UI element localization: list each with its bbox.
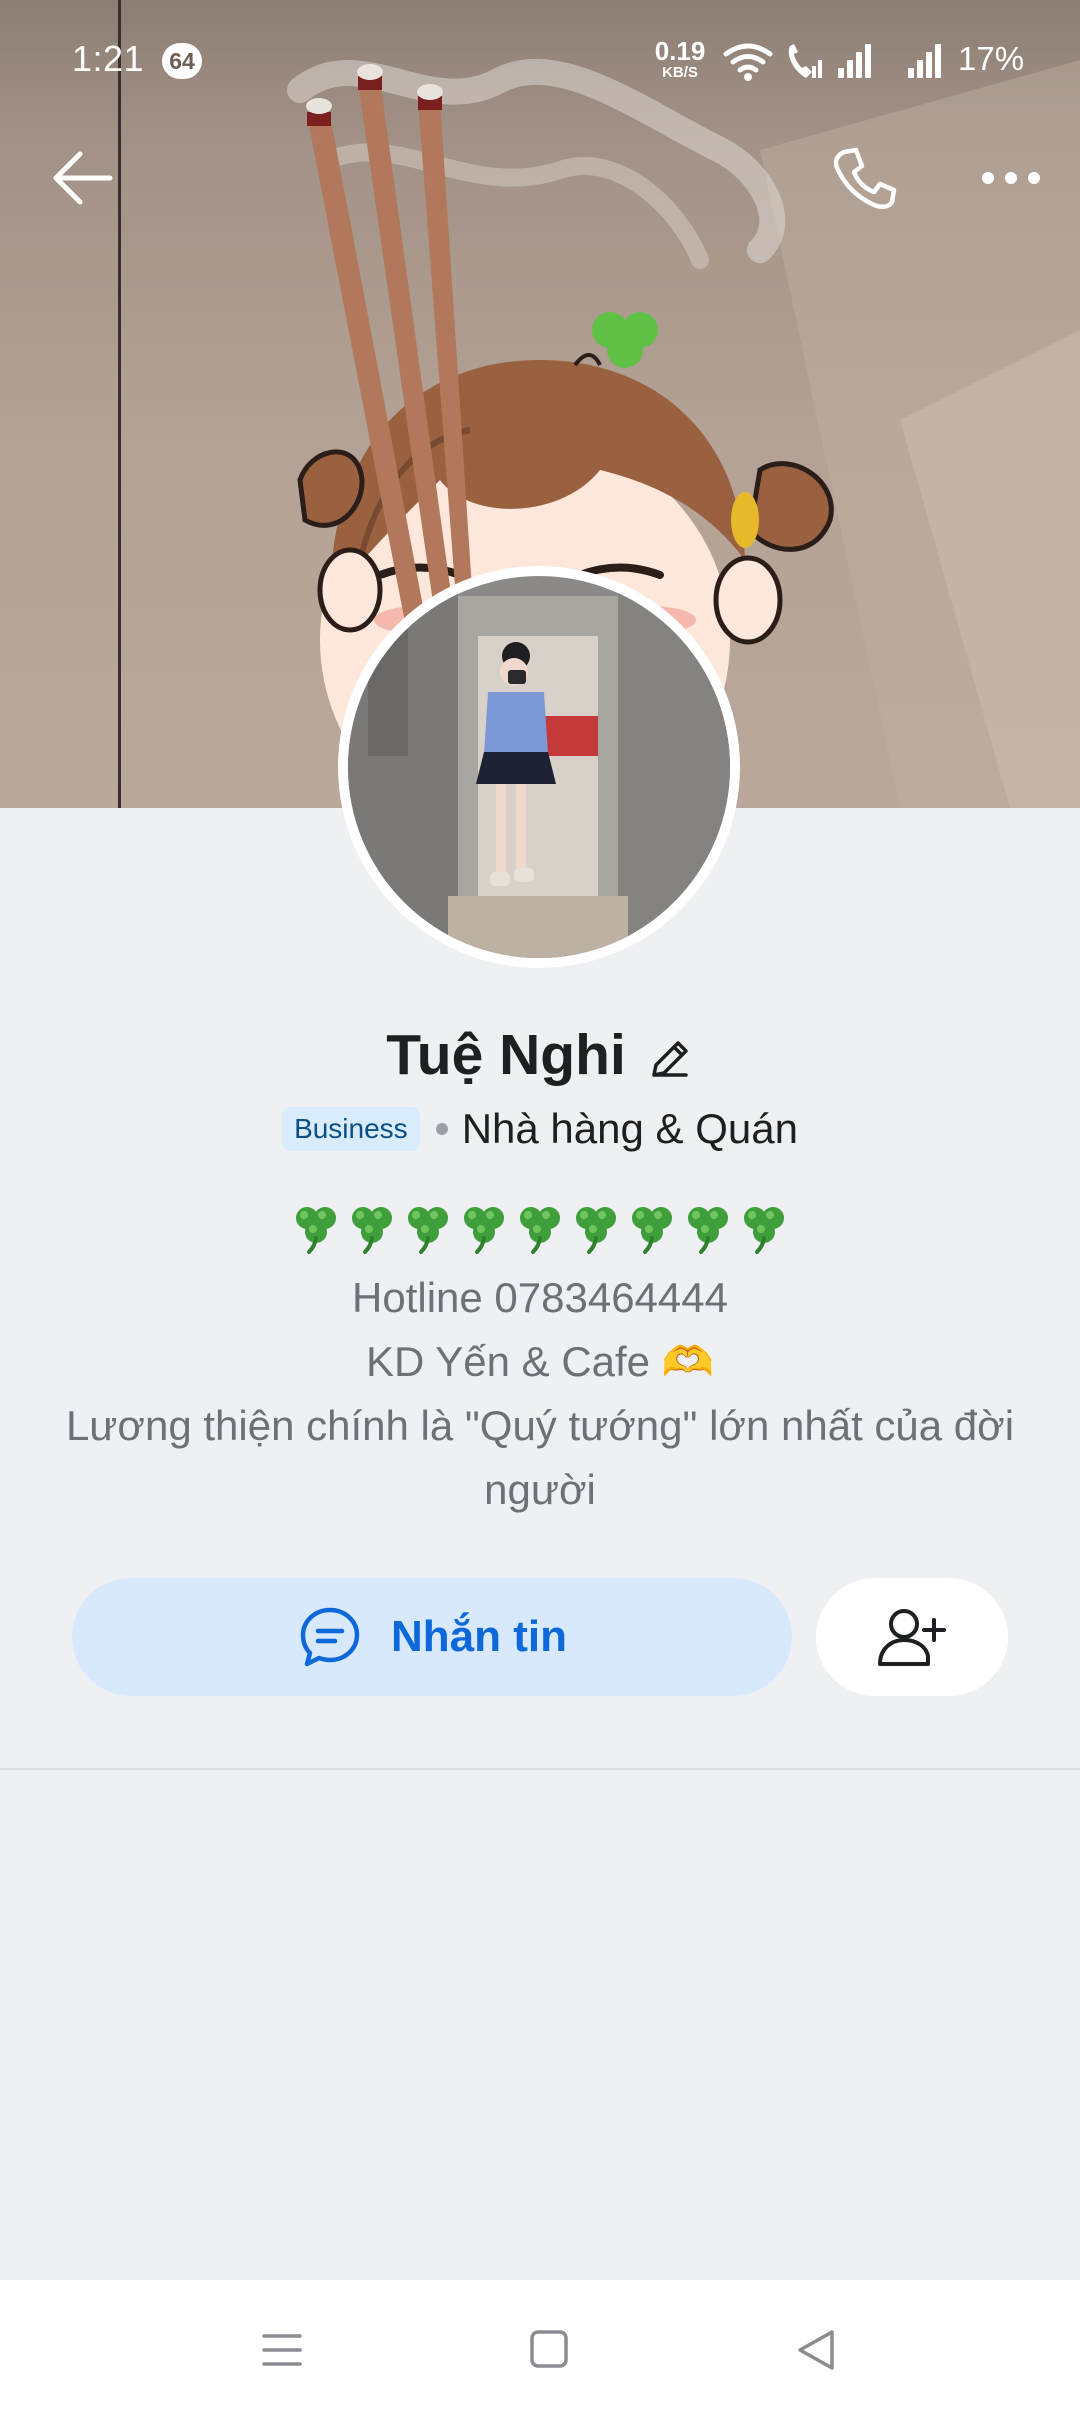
- profile-bio: Hotline 0783464444 KD Yến & Cafe 🫶 Lương…: [40, 1266, 1040, 1522]
- business-category: Nhà hàng & Quán: [461, 1105, 798, 1152]
- clover-emoji-icon: [576, 1207, 616, 1254]
- clover-emoji-icon: [464, 1207, 504, 1254]
- wifi-icon: [723, 43, 773, 81]
- clover-emoji-icon: [632, 1207, 672, 1254]
- avatar-image: [348, 576, 730, 958]
- network-speed-value: 0.19: [654, 36, 706, 66]
- back-button[interactable]: [50, 148, 116, 208]
- profile-tags: Business Nhà hàng & Quán: [0, 1104, 1080, 1154]
- network-speed: 0.19 KB/S: [654, 38, 706, 80]
- avatar[interactable]: [338, 566, 740, 968]
- back-triangle-icon: [798, 2330, 834, 2370]
- profile-name-row: Tuệ Nghi: [0, 1016, 1080, 1090]
- bio-line: Hotline 0783464444: [352, 1274, 728, 1321]
- arrow-left-icon: [53, 151, 113, 205]
- pencil-icon: [652, 1041, 688, 1077]
- more-dots-icon: [982, 172, 1040, 184]
- notification-count-badge: 64: [162, 43, 202, 79]
- clover-emoji-icon: [408, 1207, 448, 1254]
- system-back-button[interactable]: [786, 2320, 846, 2380]
- chat-bubble-icon: [300, 1607, 360, 1667]
- separator-dot: [435, 1123, 448, 1135]
- wifi-call-icon: [788, 44, 822, 78]
- clover-emoji-icon: [520, 1207, 560, 1254]
- battery-level: 17%: [958, 40, 1025, 77]
- profile-screen: 1:21 64 0.19 KB/S 17% Tuệ Nghi Business …: [0, 0, 1080, 2412]
- status-bar: 1:21 64 0.19 KB/S 17%: [0, 0, 1080, 124]
- profile-name: Tuệ Nghi: [386, 1022, 626, 1087]
- more-options-button[interactable]: [976, 156, 1046, 200]
- message-button[interactable]: Nhắn tin: [72, 1578, 792, 1696]
- status-time: 1:21: [72, 38, 145, 79]
- add-friend-button[interactable]: [816, 1578, 1008, 1696]
- call-button[interactable]: [830, 144, 900, 214]
- system-nav-bar: [0, 2280, 1080, 2412]
- bio-line: Lương thiện chính là "Quý tướng" lớn nhấ…: [65, 1402, 1015, 1449]
- signal-icon: [908, 44, 941, 78]
- network-speed-unit: KB/S: [662, 64, 698, 81]
- avatar-photo: [348, 576, 730, 958]
- recent-apps-button[interactable]: [252, 2320, 312, 2380]
- add-user-icon: [878, 1609, 946, 1666]
- clover-emoji-icon: [352, 1207, 392, 1254]
- home-square-icon: [530, 2330, 568, 2368]
- message-button-label: Nhắn tin: [391, 1612, 567, 1661]
- edit-name-button[interactable]: [646, 1029, 694, 1077]
- signal-icon: [838, 44, 871, 78]
- clover-emoji-icon: [688, 1207, 728, 1254]
- section-divider: [0, 1768, 1080, 1770]
- home-button[interactable]: [520, 2320, 580, 2380]
- bio-line: KD Yến & Cafe 🫶: [365, 1338, 715, 1385]
- clover-emoji-icon: [744, 1207, 784, 1254]
- menu-lines-icon: [262, 2334, 302, 2366]
- business-tag: Business: [282, 1107, 420, 1151]
- status-icons: [723, 43, 941, 81]
- clover-emoji-icon: [296, 1207, 336, 1254]
- bio-line: người: [484, 1466, 596, 1513]
- phone-icon: [833, 147, 897, 209]
- bio-emoji-row: [0, 1200, 1080, 1256]
